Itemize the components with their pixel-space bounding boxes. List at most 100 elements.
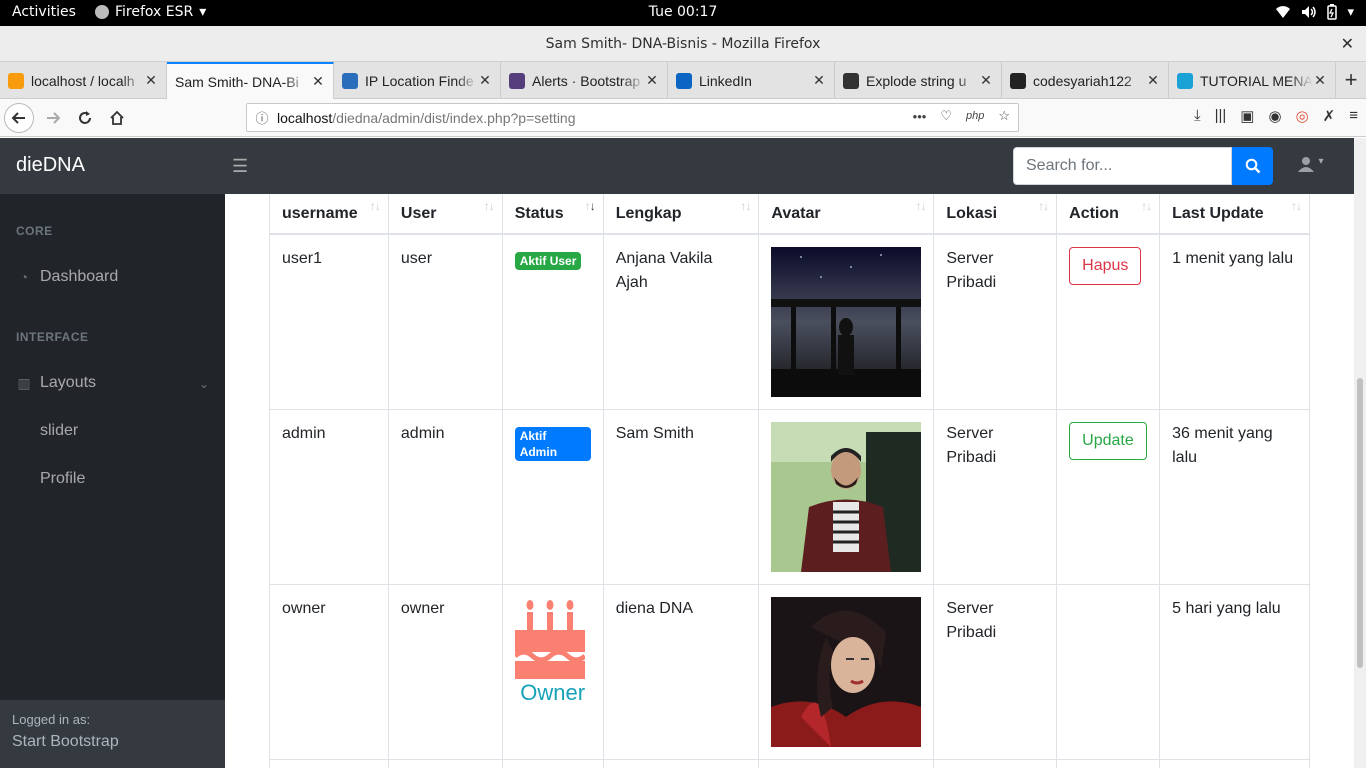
- column-header-label: Last Update: [1172, 204, 1264, 222]
- tab-close-icon[interactable]: ✕: [979, 72, 993, 89]
- search-button[interactable]: [1232, 147, 1273, 185]
- tab-close-icon[interactable]: ✕: [478, 72, 492, 89]
- menu-icon[interactable]: ≡: [1349, 107, 1358, 125]
- sidebar-icon[interactable]: ▣: [1240, 107, 1254, 125]
- sort-icon: ↑↓: [1141, 199, 1152, 213]
- page-actions-icon[interactable]: •••: [913, 109, 927, 124]
- browser-tab[interactable]: Sam Smith- DNA-Bi ✕: [167, 62, 334, 99]
- column-header[interactable]: Avatar ↑↓: [758, 194, 935, 235]
- tab-close-icon[interactable]: ✕: [311, 73, 325, 90]
- brand-logo[interactable]: dieDNA: [16, 154, 85, 177]
- stackoverflow-icon: [843, 72, 859, 89]
- volume-icon: [1302, 6, 1317, 18]
- sort-icon: ↑↓: [915, 199, 926, 213]
- column-header-label: Action: [1069, 204, 1119, 222]
- browser-tab[interactable]: codesyariah122 ✕: [1002, 62, 1169, 99]
- browser-tab[interactable]: IP Location Finde ✕: [334, 62, 501, 99]
- cell-action: Hapus: [1056, 233, 1161, 410]
- cell-username: admin: [269, 409, 389, 585]
- extension-x-icon[interactable]: ✗: [1323, 107, 1336, 125]
- home-button[interactable]: [102, 103, 132, 133]
- pocket-icon[interactable]: ♡: [940, 108, 952, 124]
- search-icon: [1245, 158, 1260, 174]
- cell-empty: [501, 759, 604, 768]
- clock[interactable]: Tue 00:17: [649, 4, 718, 20]
- activities-button[interactable]: Activities: [12, 4, 76, 20]
- cell-status: Aktif Admin: [501, 409, 604, 585]
- cell-status: Aktif User: [501, 233, 604, 410]
- column-header[interactable]: Status ↑↓: [501, 194, 604, 235]
- downloads-icon[interactable]: ⤓: [1194, 107, 1201, 125]
- tab-label: localhost / localh: [31, 72, 135, 89]
- navigation-toolbar: ⓘ localhost/diedna/admin/dist/index.php?…: [0, 99, 1366, 137]
- cell-avatar: [758, 584, 935, 760]
- tab-close-icon[interactable]: ✕: [1146, 72, 1160, 89]
- sort-icon: ↑↓: [369, 199, 381, 213]
- library-icon[interactable]: |||: [1215, 107, 1227, 125]
- bookmark-star-icon[interactable]: ☆: [998, 108, 1010, 124]
- tab-close-icon[interactable]: ✕: [812, 72, 826, 89]
- cell-lengkap: Sam Smith: [602, 409, 760, 585]
- avatar: [771, 597, 922, 747]
- column-header[interactable]: User ↑↓: [387, 194, 503, 235]
- browser-tab[interactable]: Explode string u ✕: [835, 62, 1002, 99]
- system-status-area[interactable]: ▾: [1275, 4, 1354, 20]
- page-scrollbar[interactable]: [1354, 138, 1366, 768]
- browser-tab[interactable]: LinkedIn ✕: [668, 62, 835, 99]
- linkedin-icon: [676, 72, 692, 89]
- cell-lokasi: Server Pribadi: [933, 233, 1058, 410]
- app-menu[interactable]: Firefox ESR ▾: [95, 4, 206, 20]
- github-icon: [1010, 72, 1026, 89]
- cell-empty: [758, 759, 935, 768]
- cell-empty: [933, 759, 1058, 768]
- new-tab-button[interactable]: +: [1336, 62, 1366, 98]
- scrollbar-thumb[interactable]: [1357, 378, 1363, 668]
- cell-action: Update: [1056, 409, 1161, 585]
- url-bar[interactable]: ⓘ localhost/diedna/admin/dist/index.php?…: [246, 103, 1019, 132]
- browser-tab[interactable]: localhost / localh ✕: [0, 62, 167, 99]
- cell-avatar: [758, 409, 935, 585]
- column-header[interactable]: Action ↑↓: [1056, 194, 1161, 235]
- browser-tab[interactable]: TUTORIAL MENA ✕: [1169, 62, 1336, 99]
- status-badge: Aktif User: [514, 252, 582, 270]
- account-icon[interactable]: ◉: [1268, 107, 1281, 125]
- column-header[interactable]: Last Update ↑↓: [1159, 194, 1310, 235]
- cell-empty: [269, 759, 389, 768]
- column-header[interactable]: username ↑↓: [269, 194, 389, 235]
- sidebar-item-layouts[interactable]: ▥ Layouts: [16, 374, 96, 392]
- tab-close-icon[interactable]: ✕: [645, 72, 659, 89]
- user-dropdown[interactable]: ▾: [1298, 156, 1323, 177]
- search-form: [1013, 147, 1273, 185]
- reload-button[interactable]: [70, 103, 100, 133]
- sidebar-toggle-icon[interactable]: ☰: [232, 156, 248, 177]
- sort-icon: ↑↓: [1038, 199, 1049, 213]
- browser-tab[interactable]: Alerts · Bootstrap ✕: [501, 62, 668, 99]
- tab-label: IP Location Finde: [365, 72, 474, 89]
- column-header[interactable]: Lengkap ↑↓: [602, 194, 760, 235]
- column-header[interactable]: Lokasi ↑↓: [933, 194, 1058, 235]
- cell-last-update: 1 menit yang lalu: [1159, 233, 1310, 410]
- back-button[interactable]: [4, 103, 34, 133]
- column-header-label: Avatar: [771, 204, 821, 222]
- extension-icon[interactable]: ◎: [1296, 107, 1309, 125]
- update-button[interactable]: Update: [1069, 422, 1147, 460]
- tab-label: TUTORIAL MENA: [1200, 72, 1313, 89]
- tab-close-icon[interactable]: ✕: [1313, 72, 1327, 89]
- chevron-down-icon[interactable]: ⌄: [199, 377, 209, 391]
- window-close-icon[interactable]: ✕: [1341, 26, 1354, 62]
- tab-close-icon[interactable]: ✕: [144, 72, 158, 89]
- sidebar-item-dashboard[interactable]: ◔ Dashboard: [16, 268, 119, 286]
- cell-lokasi: Server Pribadi: [933, 409, 1058, 585]
- php-extension-icon[interactable]: php: [966, 110, 984, 122]
- sidebar-item-profile[interactable]: Profile: [40, 470, 85, 488]
- search-input[interactable]: [1013, 147, 1232, 185]
- forward-button[interactable]: [38, 103, 68, 133]
- delete-button[interactable]: Hapus: [1069, 247, 1142, 285]
- cell-empty: [1056, 759, 1161, 768]
- columns-icon: ▥: [17, 374, 31, 391]
- cell-user: owner: [387, 584, 503, 760]
- sidebar-item-slider[interactable]: slider: [40, 422, 78, 440]
- sort-active-icon: ↑↓: [584, 199, 596, 213]
- page-info-icon[interactable]: ⓘ: [247, 108, 277, 127]
- caret-down-icon: ▾: [1347, 4, 1354, 20]
